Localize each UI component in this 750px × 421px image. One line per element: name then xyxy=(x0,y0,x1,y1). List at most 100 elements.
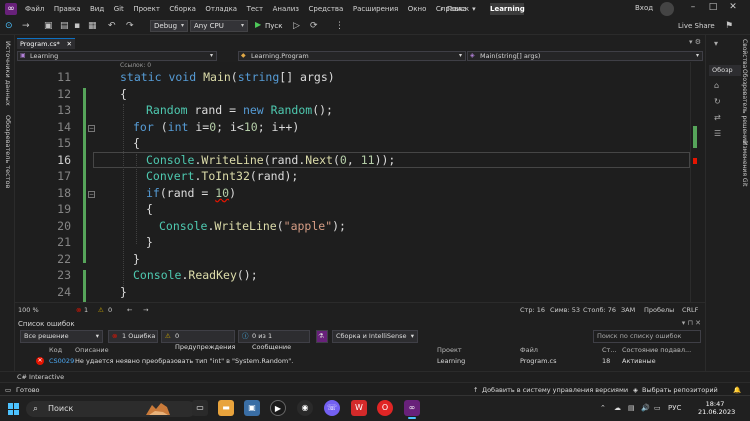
file-explorer-icon[interactable]: ▬ xyxy=(218,400,234,416)
properties-icon[interactable]: ☰ xyxy=(714,129,724,139)
save-all-icon[interactable]: ▦ xyxy=(88,20,97,33)
column-header-description[interactable]: Описание xyxy=(75,346,109,354)
save-icon[interactable]: ▪ xyxy=(74,20,80,33)
zoom-level[interactable]: 100 % xyxy=(18,306,39,314)
run-without-debug-icon[interactable]: ▷ xyxy=(293,20,300,33)
column-header-line[interactable]: Ст... xyxy=(602,346,617,354)
menu-item-extensions[interactable]: Расширения xyxy=(353,5,398,13)
platform-select[interactable]: Any CPU ▾ xyxy=(190,20,248,32)
data-sources-tab[interactable]: Источники данных xyxy=(4,41,12,106)
battery-icon[interactable]: ▭ xyxy=(654,404,661,412)
menu-item-project[interactable]: Проект xyxy=(133,5,160,13)
close-icon[interactable]: ✕ xyxy=(727,2,739,12)
insert-mode[interactable]: ЗАМ xyxy=(621,306,635,314)
config-select[interactable]: Debug ▾ xyxy=(150,20,188,32)
column-header-project[interactable]: Проект xyxy=(437,346,462,354)
tray-overflow-icon[interactable]: ⌃ xyxy=(600,404,606,412)
language-indicator[interactable]: РУС xyxy=(668,404,681,412)
notifications-icon[interactable]: 🔔 xyxy=(733,386,741,394)
refresh-icon[interactable]: ↻ xyxy=(714,97,724,107)
pin-icon[interactable]: ▾ xyxy=(714,39,724,49)
chrome-icon[interactable]: ◉ xyxy=(297,400,313,416)
column-header-file[interactable]: Файл xyxy=(520,346,538,354)
avatar[interactable] xyxy=(660,2,674,16)
line-endings[interactable]: CRLF xyxy=(682,306,698,314)
column-indicator[interactable]: Столб: 76 xyxy=(583,306,616,314)
run-button[interactable]: Пуск xyxy=(265,22,282,30)
errors-filter-button[interactable]: ⊗ 1 Ошибка xyxy=(108,330,158,343)
task-view-icon[interactable]: ▭ xyxy=(192,400,208,416)
signin-link[interactable]: Вход xyxy=(635,4,653,12)
tab-overflow-icon[interactable]: ▾ ⚙ xyxy=(689,38,701,46)
filter-icon[interactable]: ⚗ xyxy=(316,330,328,343)
column-header-suppression[interactable]: Состояние подавл... xyxy=(622,346,691,354)
minimize-icon[interactable]: – xyxy=(687,2,699,12)
column-header-code[interactable]: Код xyxy=(49,346,62,354)
global-search[interactable]: ⌕ Поиск ▾ xyxy=(440,3,486,15)
menu-item-git[interactable]: Git xyxy=(114,5,124,13)
network-icon[interactable]: ▤ xyxy=(628,404,635,412)
maximize-icon[interactable]: □ xyxy=(707,2,719,12)
home-icon[interactable]: ⌂ xyxy=(714,81,724,91)
project-dropdown[interactable]: ▣ Learning ▾ xyxy=(17,51,217,61)
media-player-icon[interactable]: ▶ xyxy=(270,400,286,416)
menu-item-analyze[interactable]: Анализ xyxy=(273,5,299,13)
redo-icon[interactable]: ↷ xyxy=(126,20,134,33)
toolbar-misc-icon[interactable]: ⋮ xyxy=(335,20,344,33)
new-item-icon[interactable]: ▣ xyxy=(44,20,53,33)
line-indicator[interactable]: Стр: 16 xyxy=(520,306,545,314)
git-changes-tab[interactable]: Изменения Git xyxy=(741,141,748,187)
build-filter-select[interactable]: Сборка и IntelliSense ▾ xyxy=(332,330,418,343)
panel-controls-icon[interactable]: ▾ ⊓ ✕ xyxy=(682,319,701,327)
select-repository-button[interactable]: Выбрать репозиторий xyxy=(642,386,718,394)
member-dropdown[interactable]: ◈ Main(string[] args) ▾ xyxy=(467,51,703,61)
open-file-icon[interactable]: ▤ xyxy=(60,20,69,33)
codelens-references[interactable]: Ссылок: 0 xyxy=(120,62,151,69)
hot-reload-icon[interactable]: ⟳ xyxy=(310,20,318,33)
menu-item-edit[interactable]: Правка xyxy=(54,5,81,13)
wps-office-icon[interactable]: W xyxy=(351,400,367,416)
char-indicator[interactable]: Симв: 53 xyxy=(550,306,580,314)
error-search-input[interactable]: Поиск по списку ошибок xyxy=(593,330,701,343)
warning-count[interactable]: 0 xyxy=(108,306,112,314)
add-to-source-control-button[interactable]: Добавить в систему управления версиями xyxy=(482,386,628,394)
editor-scrollbar[interactable] xyxy=(690,62,705,302)
tab-csharp-interactive[interactable]: C# Interactive xyxy=(17,373,64,381)
clock[interactable]: 18:47 21.06.2023 xyxy=(698,400,735,416)
error-count[interactable]: 1 xyxy=(84,306,88,314)
play-icon[interactable]: ▶ xyxy=(255,20,261,29)
prev-issue-icon[interactable]: ← xyxy=(127,306,132,314)
cloud-icon[interactable]: ☁ xyxy=(614,404,621,412)
visual-studio-taskbar-icon[interactable]: ∞ xyxy=(404,400,420,419)
menu-item-test[interactable]: Тест xyxy=(247,5,264,13)
volume-icon[interactable]: 🔊 xyxy=(641,404,650,412)
feedback-icon[interactable]: ⚑ xyxy=(725,20,733,33)
live-share-button[interactable]: Live Share xyxy=(678,22,715,30)
viber-icon[interactable]: ☏ xyxy=(324,400,340,416)
whitespace-mode[interactable]: Пробелы xyxy=(644,306,674,314)
store-icon[interactable]: ▣ xyxy=(244,400,260,416)
error-code-link[interactable]: CS0029 xyxy=(49,357,74,365)
navigate-back-icon[interactable]: ⊙ xyxy=(5,20,13,33)
solution-explorer-side-tab[interactable]: Обозреватель решений xyxy=(741,69,748,144)
close-icon[interactable]: ✕ xyxy=(67,39,72,49)
menu-item-view[interactable]: Вид xyxy=(90,5,104,13)
scope-select[interactable]: Все решение ▾ xyxy=(20,330,103,343)
properties-tab[interactable]: Свойства xyxy=(741,39,748,68)
undo-icon[interactable]: ↶ xyxy=(108,20,116,33)
test-explorer-tab[interactable]: Обозреватель тестов xyxy=(4,115,12,188)
menu-item-tools[interactable]: Средства xyxy=(309,5,344,13)
windows-start-icon[interactable] xyxy=(8,403,20,415)
menu-item-window[interactable]: Окно xyxy=(408,5,427,13)
messages-filter-button[interactable]: ⓘ 0 из 1 Сообщение xyxy=(238,330,310,351)
code-editor[interactable]: Ссылок: 0 11 12 13 14 15 16 17 18 19 20 … xyxy=(15,62,690,302)
menu-item-file[interactable]: Файл xyxy=(25,5,44,13)
opera-icon[interactable]: O xyxy=(377,400,393,416)
sync-icon[interactable]: ⇄ xyxy=(714,113,724,123)
collapse-icon[interactable]: − xyxy=(88,125,95,132)
solution-explorer-tab[interactable]: Обозр xyxy=(709,65,741,76)
navigate-forward-icon[interactable]: → xyxy=(22,20,30,33)
tab-program-cs[interactable]: Program.cs* ✕ xyxy=(17,38,75,49)
next-issue-icon[interactable]: → xyxy=(143,306,148,314)
menu-item-debug[interactable]: Отладка xyxy=(205,5,237,13)
